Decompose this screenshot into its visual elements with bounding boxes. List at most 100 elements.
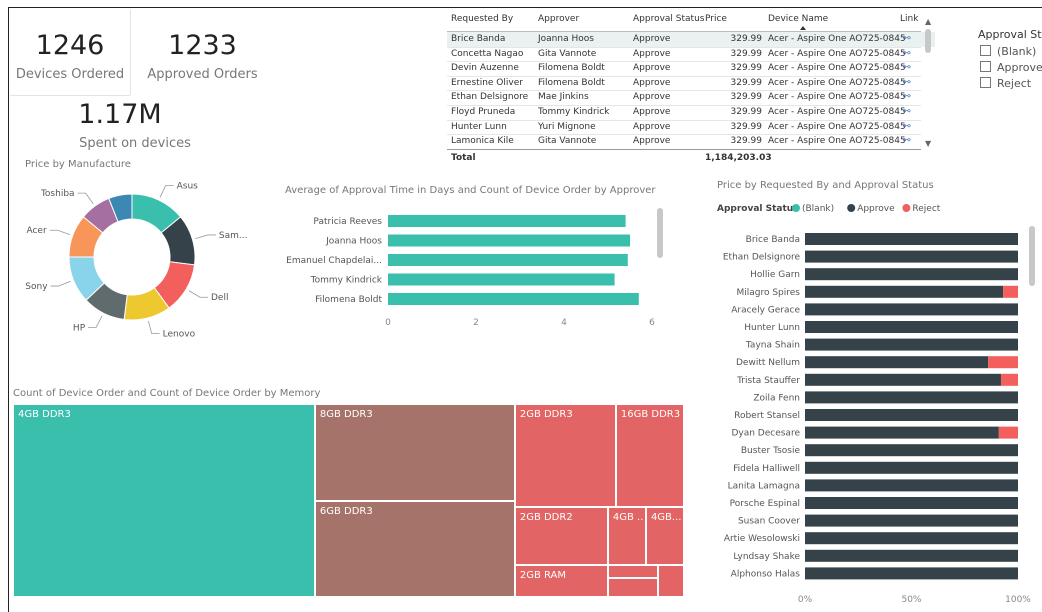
bar-approve[interactable]	[805, 409, 1018, 421]
memory-treemap: 4GB DDR3 8GB DDR3 6GB DDR3 2GB DDR3 16GB DDR…	[13, 404, 684, 597]
chart-scrollbar[interactable]	[657, 208, 663, 258]
bar-approve[interactable]	[805, 497, 1018, 509]
category-label: Joanna Hoos	[325, 237, 382, 247]
slicer-option-reject[interactable]: Reject	[980, 77, 1031, 90]
chart-scrollbar[interactable]	[1029, 226, 1035, 286]
bar-approve[interactable]	[805, 356, 989, 369]
table-header-requested-by[interactable]: Requested By	[451, 12, 513, 27]
legend-item[interactable]: Reject	[912, 204, 940, 214]
treemap-tile[interactable]: 2GB DDR2	[514, 507, 608, 565]
cell-price: 329.99	[730, 63, 763, 74]
bar-reject[interactable]	[1003, 285, 1018, 298]
table-header-price[interactable]: Price	[705, 12, 727, 27]
table-row[interactable]: Brice Banda Joanna Hoos Approve 329.99 Acer …	[447, 32, 935, 47]
bar-approve[interactable]	[805, 532, 1018, 545]
bar-approve[interactable]	[805, 444, 1018, 457]
checkbox-icon[interactable]	[980, 61, 991, 72]
table-header-approver[interactable]: Approver	[538, 12, 579, 27]
link-icon[interactable]: ⚯	[903, 134, 911, 149]
cell-device: Acer - Aspire One AO725-0845	[768, 121, 906, 132]
slicer-option-label: Approve	[997, 61, 1042, 74]
table-header-approval-status[interactable]: Approval Status	[633, 12, 704, 27]
cell-device: Acer - Aspire One AO725-0845	[768, 34, 906, 44]
bar-approve[interactable]	[805, 373, 1001, 386]
link-icon[interactable]: ⚯	[903, 90, 911, 105]
total-label: Total	[451, 153, 476, 163]
bar-approve[interactable]	[805, 250, 1018, 263]
legend-marker[interactable]	[902, 204, 911, 212]
slicer-option-blank[interactable]: (Blank)	[980, 45, 1036, 58]
leader-line	[88, 315, 103, 328]
bar-approve[interactable]	[805, 268, 1018, 281]
table-row[interactable]: Concetta Nagao Gita Vannote Approve 329.99 A…	[447, 46, 935, 62]
treemap-label: 16GB DDR3	[620, 409, 681, 420]
treemap-tile[interactable]: 6GB DDR3	[314, 501, 515, 597]
bar-approve[interactable]	[805, 549, 1018, 562]
donut-label: Asus	[177, 182, 199, 192]
table-row[interactable]: Ernestine Oliver Filomena Boldt Approve 329…	[447, 75, 935, 91]
treemap-tile[interactable]: 2GB RAM	[514, 564, 608, 597]
treemap-tile[interactable]: 4GB...	[645, 507, 684, 565]
bar-approve[interactable]	[805, 285, 1004, 298]
treemap-tile[interactable]: 2GB DDR3	[514, 404, 616, 508]
link-icon[interactable]: ⚯	[903, 105, 911, 120]
treemap-tile[interactable]	[607, 578, 659, 597]
table-row[interactable]: Floyd Pruneda Tommy Kindrick Approve 329.99…	[447, 105, 935, 120]
bar-approve[interactable]	[805, 321, 1018, 333]
card-divider	[130, 10, 131, 95]
bar[interactable]	[388, 254, 628, 266]
treemap-tile[interactable]: 4GB ...	[607, 507, 646, 565]
category-label: Zoila Fenn	[753, 393, 800, 403]
scroll-down-icon[interactable]: ▼	[925, 139, 931, 148]
bar[interactable]	[388, 215, 626, 227]
table-row[interactable]: Devin Auzenne Filomena Boldt Approve 329.99…	[447, 61, 935, 76]
bar[interactable]	[388, 234, 630, 247]
legend-marker[interactable]	[792, 204, 800, 212]
bar-approve[interactable]	[805, 233, 1018, 245]
category-label: Lanita Lamagna	[728, 481, 800, 491]
bar-approve[interactable]	[805, 479, 1018, 492]
treemap-tile[interactable]	[607, 564, 659, 579]
bar-approve[interactable]	[805, 461, 1018, 474]
link-icon[interactable]: ⚯	[903, 32, 911, 47]
cell-status: Approve	[633, 34, 671, 44]
table-row[interactable]: Ethan Delsignore Mae Jinkins Approve 329.99…	[447, 90, 935, 105]
checkbox-icon[interactable]	[980, 45, 991, 56]
link-icon[interactable]: ⚯	[903, 47, 911, 62]
bar-approve[interactable]	[805, 567, 1018, 580]
checkbox-icon[interactable]	[980, 77, 991, 88]
treemap-tile[interactable]: 16GB DDR3	[615, 404, 684, 508]
legend-item[interactable]: (Blank)	[802, 204, 834, 214]
table-row[interactable]: Lamonica Kile Gita Vannote Approve 329.99 Ac…	[447, 134, 935, 149]
link-icon[interactable]: ⚯	[903, 76, 911, 91]
cell-approver: Yuri Mignone	[538, 121, 596, 132]
treemap-tile[interactable]: 8GB DDR3	[314, 404, 515, 502]
table-row[interactable]: Hunter Lunn Yuri Mignone Approve 329.99 Acer…	[447, 119, 935, 135]
bar-approve[interactable]	[805, 426, 999, 439]
bar[interactable]	[388, 293, 639, 305]
table-scrollbar[interactable]	[925, 29, 931, 53]
bar-approve[interactable]	[805, 514, 1018, 527]
category-label: Emanuel Chapdelai...	[286, 256, 382, 266]
link-icon[interactable]: ⚯	[903, 61, 911, 76]
bar-reject[interactable]	[988, 356, 1018, 369]
table-header-device-name[interactable]: Device Name	[768, 12, 828, 27]
scroll-up-icon[interactable]: ▲	[925, 17, 931, 26]
cell-approver: Gita Vannote	[538, 48, 597, 59]
treemap-tile[interactable]	[658, 564, 684, 597]
cell-approver: Filomena Boldt	[538, 63, 605, 74]
treemap-label: 2GB DDR3	[519, 409, 573, 420]
bar-approve[interactable]	[805, 303, 1018, 316]
stacked-chart-title: Price by Requested By and Approval Statu…	[717, 180, 934, 191]
table-header-link[interactable]: Link	[900, 12, 918, 27]
treemap-tile[interactable]: 4GB DDR3	[13, 404, 315, 597]
bar[interactable]	[388, 273, 615, 286]
slicer-option-approve[interactable]: Approve	[980, 61, 1042, 74]
bar-approve[interactable]	[805, 391, 1018, 404]
bar-approve[interactable]	[805, 338, 1018, 351]
bar-reject[interactable]	[1000, 373, 1018, 386]
legend-item[interactable]: Approve	[857, 204, 895, 214]
bar-reject[interactable]	[998, 426, 1018, 439]
link-icon[interactable]: ⚯	[903, 120, 911, 135]
legend-marker[interactable]	[847, 204, 856, 212]
